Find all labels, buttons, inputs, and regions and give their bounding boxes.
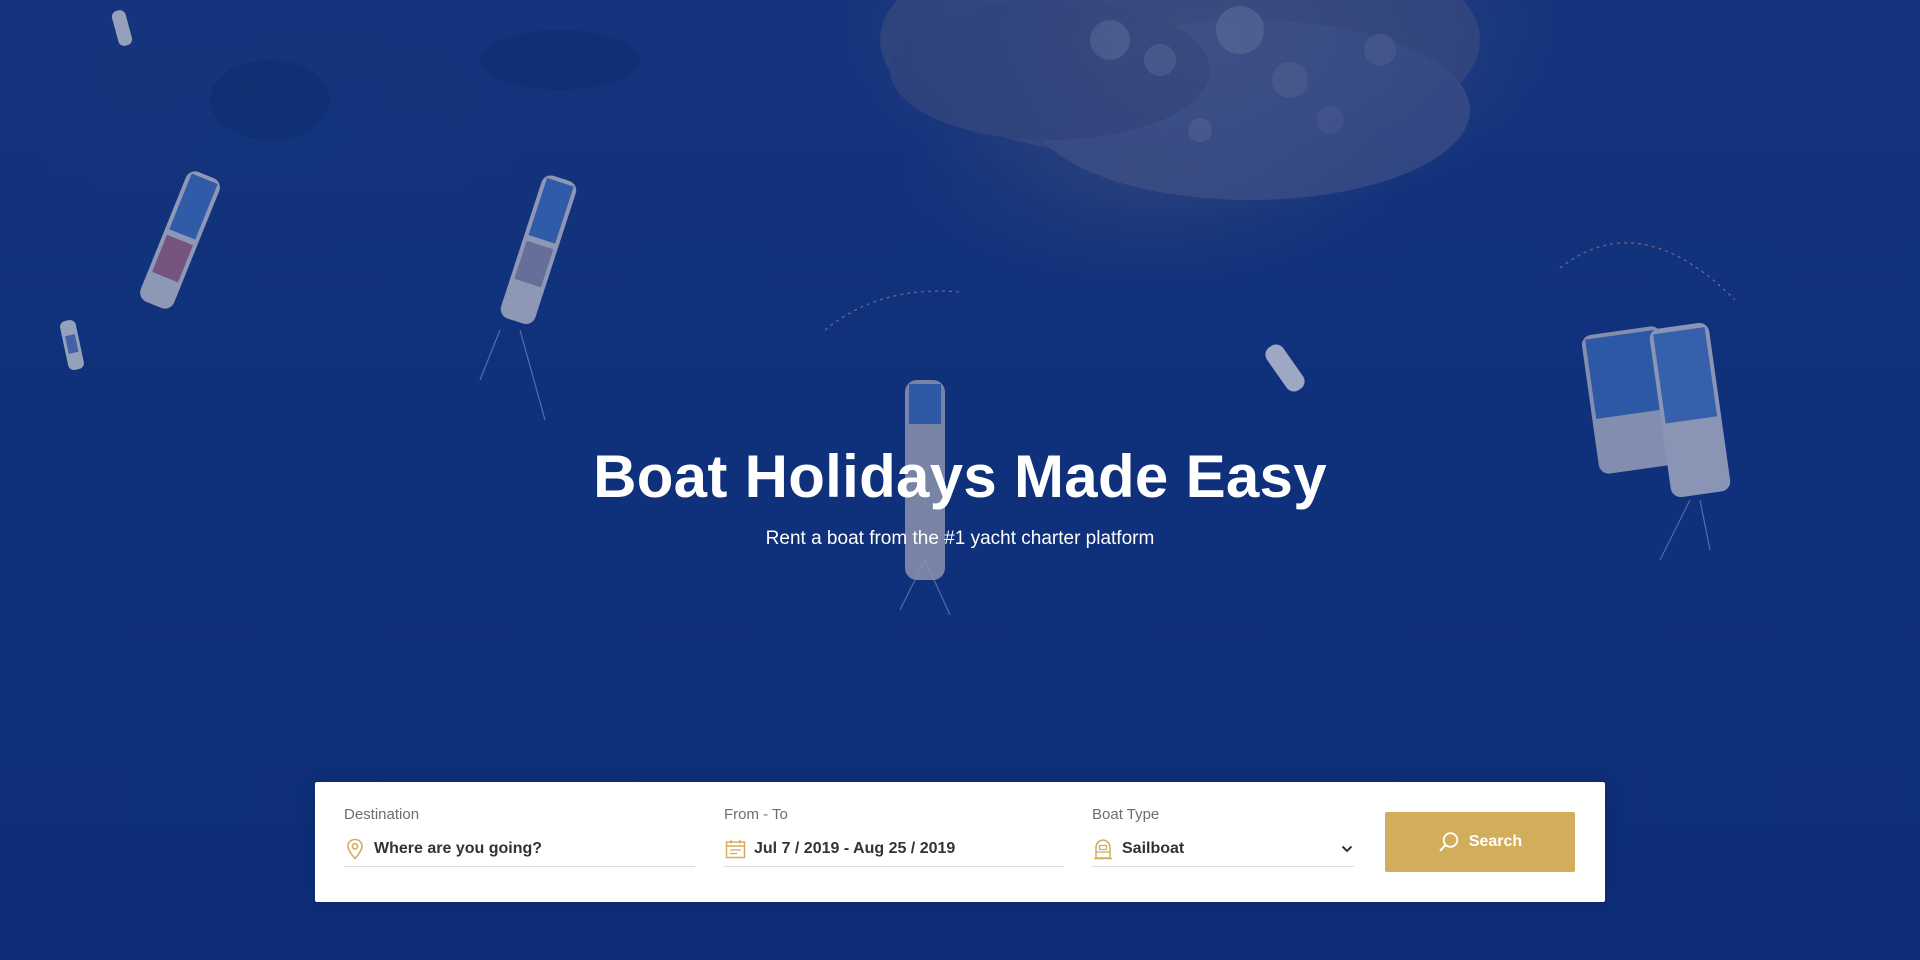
date-range-value: Jul 7 / 2019 - Aug 25 / 2019 [754,840,956,857]
destination-label: Destination [344,806,420,823]
destination-field[interactable]: Destination Where are you going? [344,806,695,867]
destination-input[interactable]: Where are you going? [344,832,695,867]
boat-type-field[interactable]: Boat Type Sailboat [1092,806,1354,867]
date-range-input[interactable]: Jul 7 / 2019 - Aug 25 / 2019 [724,832,1064,867]
destination-value: Where are you going? [374,840,543,857]
calendar-icon [724,838,746,860]
search-panel: Destination Where are you going? From - … [315,782,1605,902]
chevron-down-icon[interactable] [1340,842,1354,856]
search-button[interactable]: Search [1385,812,1575,872]
boat-type-select[interactable]: Sailboat [1092,832,1354,867]
boat-icon [1092,838,1114,860]
hero-text: Boat Holidays Made Easy Rent a boat from… [0,440,1920,552]
search-icon [1438,831,1460,853]
dates-label: From - To [724,806,788,823]
hero-subtitle: Rent a boat from the #1 yacht charter pl… [765,528,1155,549]
hero-section: Boat Holidays Made Easy Rent a boat from… [0,0,1920,960]
boat-type-value: Sailboat [1122,840,1185,857]
search-button-label: Search [1468,833,1523,850]
hero-title: Boat Holidays Made Easy [593,443,1327,510]
map-pin-icon [344,838,366,860]
boat-type-label: Boat Type [1092,806,1160,823]
dates-field[interactable]: From - To Jul 7 / 2019 - Aug 25 / 2019 [724,806,1064,867]
